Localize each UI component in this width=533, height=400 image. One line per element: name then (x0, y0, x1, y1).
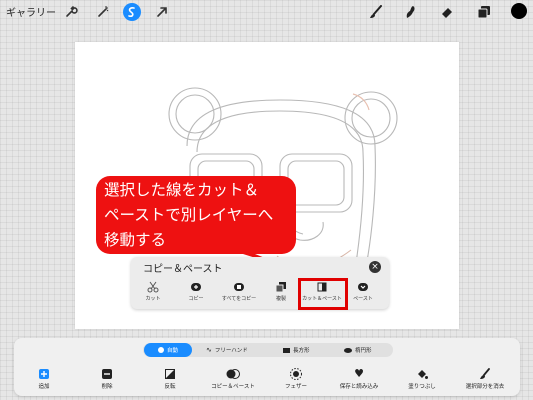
annotation-line: ペーストで別レイヤーへ (104, 206, 274, 224)
highlight-box (298, 278, 348, 310)
copy-paste-panel: コピー＆ペースト × カット コピー すべてをコピー 複製 カット＆ペースト ペ… (131, 257, 389, 309)
magic-wand-icon[interactable] (94, 3, 112, 21)
copy-all-icon (219, 281, 259, 293)
mode-ellipse[interactable]: 楕円形 (339, 343, 377, 357)
duplicate-icon (261, 281, 301, 293)
smudge-icon[interactable] (401, 3, 419, 21)
copy-button[interactable]: コピー (176, 281, 216, 302)
selection-mode-switch: 自動 ∿ フリーハンド 長方形 楕円形 (143, 343, 393, 357)
clear-selection-button[interactable]: 選択部分を消去 (455, 368, 515, 390)
remove-button[interactable]: 削除 (77, 368, 137, 390)
minus-icon (77, 368, 137, 380)
copy-icon (176, 281, 216, 293)
invert-button[interactable]: 反転 (140, 368, 200, 390)
eraser-icon[interactable] (438, 3, 456, 21)
cut-button[interactable]: カット (133, 281, 173, 302)
copy-all-button[interactable]: すべてをコピー (219, 281, 259, 302)
brush-icon[interactable] (367, 3, 385, 21)
paste-button[interactable]: ペースト (343, 281, 383, 302)
freehand-icon: ∿ (206, 346, 212, 354)
copy-paste-icon (203, 368, 263, 380)
selection-icon[interactable] (123, 3, 141, 21)
annotation-line: 選択した線をカット＆ (104, 181, 260, 199)
copy-paste-button[interactable]: コピー＆ペースト (203, 368, 263, 390)
layers-icon[interactable] (475, 3, 493, 21)
annotation-bubble: 選択した線をカット＆ ペーストで別レイヤーへ 移動する (96, 176, 296, 254)
heart-icon: ♥ (354, 367, 364, 380)
feather-button[interactable]: フェザー (266, 368, 326, 390)
mode-automatic[interactable]: 自動 (144, 343, 192, 357)
wrench-icon[interactable] (62, 3, 80, 21)
top-toolbar: ギャラリー (0, 0, 533, 24)
selection-toolbar: 自動 ∿ フリーハンド 長方形 楕円形 追加 削除 反転 コピー＆ペースト フェ… (14, 338, 520, 396)
fill-button[interactable]: 塗りつぶし (392, 368, 452, 390)
annotation-line: 移動する (104, 231, 167, 249)
ellipse-icon (344, 347, 352, 353)
panel-title: コピー＆ペースト (143, 264, 223, 275)
save-load-button[interactable]: ♥ 保存と読み込み (329, 367, 389, 391)
gallery-button[interactable]: ギャラリー (6, 4, 56, 19)
add-button[interactable]: 追加 (14, 368, 74, 390)
transform-arrow-icon[interactable] (153, 3, 171, 21)
paste-icon (343, 281, 383, 293)
mode-rectangle[interactable]: 長方形 (278, 343, 315, 357)
scissors-icon (133, 281, 173, 293)
color-swatch[interactable] (511, 3, 527, 19)
mode-freehand[interactable]: ∿ フリーハンド (201, 343, 253, 357)
duplicate-button[interactable]: 複製 (261, 281, 301, 302)
automatic-icon (157, 347, 164, 353)
plus-icon (14, 368, 74, 380)
invert-icon (140, 368, 200, 380)
fill-icon (392, 368, 452, 380)
clear-brush-icon (455, 368, 515, 380)
close-icon[interactable]: × (369, 261, 381, 273)
feather-icon (266, 368, 326, 380)
rectangle-icon (283, 347, 290, 353)
